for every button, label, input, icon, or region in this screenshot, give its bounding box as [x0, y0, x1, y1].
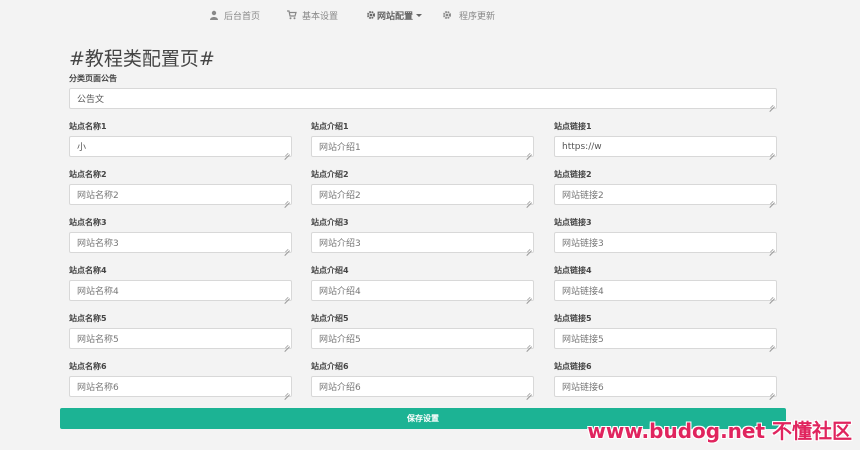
resize-handle-icon[interactable] [526, 293, 532, 299]
resize-handle-icon[interactable] [769, 197, 775, 203]
resize-handle-icon[interactable] [769, 389, 775, 395]
site-name-placeholder: 网站名称3 [77, 239, 119, 249]
announcement-textarea[interactable]: 公告文 [69, 88, 777, 109]
site-intro-label: 站点介绍2 [311, 170, 349, 179]
chevron-down-icon [416, 13, 423, 17]
site-link-placeholder: 网站链接5 [562, 335, 604, 345]
nav-item-label: 后台首页 [224, 11, 261, 22]
site-intro-input[interactable]: 网站介绍2 [311, 184, 534, 205]
site-link-label: 站点链接1 [554, 122, 592, 131]
site-intro-placeholder: 网站介绍2 [319, 191, 361, 201]
site-link-input[interactable]: 网站链接4 [554, 280, 777, 301]
nav-item-basic-settings[interactable]: 基本设置 [287, 8, 338, 22]
site-intro-label: 站点介绍3 [311, 218, 349, 227]
site-intro-placeholder: 网站介绍6 [319, 383, 361, 393]
site-link-label: 站点链接2 [554, 170, 592, 179]
user-icon [209, 10, 219, 20]
site-intro-label: 站点介绍5 [311, 314, 349, 323]
resize-handle-icon[interactable] [284, 149, 290, 155]
announcement-label: 分类页面公告 [69, 74, 117, 83]
site-name-input[interactable]: 网站名称3 [69, 232, 292, 253]
nav-item-site-config[interactable]: 网站配置 [366, 8, 423, 22]
resize-handle-icon[interactable] [526, 245, 532, 251]
site-name-placeholder: 网站名称5 [77, 335, 119, 345]
site-intro-input[interactable]: 网站介绍1 [311, 136, 534, 157]
nav-item-label: 程序更新 [459, 11, 496, 22]
site-intro-placeholder: 网站介绍3 [319, 239, 361, 249]
gear-icon [442, 10, 452, 20]
cart-icon [287, 10, 297, 20]
resize-handle-icon[interactable] [769, 293, 775, 299]
site-link-placeholder: 网站链接2 [562, 191, 604, 201]
watermark: www.budog.net 不懂社区 [587, 419, 852, 443]
site-name-label: 站点名称3 [69, 218, 107, 227]
site-name-label: 站点名称4 [69, 266, 107, 275]
site-link-input[interactable]: https://w [554, 136, 777, 157]
resize-handle-icon[interactable] [284, 293, 290, 299]
site-link-input[interactable]: 网站链接5 [554, 328, 777, 349]
site-link-label: 站点链接4 [554, 266, 592, 275]
announcement-value: 公告文 [77, 95, 105, 105]
site-intro-input[interactable]: 网站介绍6 [311, 376, 534, 397]
site-name-label: 站点名称6 [69, 362, 107, 371]
site-link-input[interactable]: 网站链接2 [554, 184, 777, 205]
site-intro-placeholder: 网站介绍1 [319, 143, 361, 153]
resize-handle-icon[interactable] [769, 101, 775, 107]
resize-handle-icon[interactable] [526, 197, 532, 203]
site-link-placeholder: 网站链接4 [562, 287, 604, 297]
resize-handle-icon[interactable] [284, 341, 290, 347]
gear-icon [366, 10, 376, 20]
site-link-input[interactable]: 网站链接3 [554, 232, 777, 253]
site-link-placeholder: 网站链接6 [562, 383, 604, 393]
nav-item-label: 基本设置 [302, 11, 339, 22]
site-name-placeholder: 网站名称4 [77, 287, 119, 297]
site-name-label: 站点名称1 [69, 122, 107, 131]
site-name-input[interactable]: 小 [69, 136, 292, 157]
resize-handle-icon[interactable] [284, 245, 290, 251]
site-intro-label: 站点介绍6 [311, 362, 349, 371]
resize-handle-icon[interactable] [769, 341, 775, 347]
resize-handle-icon[interactable] [526, 341, 532, 347]
site-link-input[interactable]: 网站链接6 [554, 376, 777, 397]
site-name-value: 小 [77, 143, 87, 153]
site-link-label: 站点链接5 [554, 314, 592, 323]
site-link-placeholder: 网站链接3 [562, 239, 604, 249]
site-intro-input[interactable]: 网站介绍5 [311, 328, 534, 349]
site-name-placeholder: 网站名称2 [77, 191, 119, 201]
site-intro-input[interactable]: 网站介绍3 [311, 232, 534, 253]
site-intro-label: 站点介绍4 [311, 266, 349, 275]
site-name-input[interactable]: 网站名称2 [69, 184, 292, 205]
site-link-label: 站点链接6 [554, 362, 592, 371]
site-intro-placeholder: 网站介绍5 [319, 335, 361, 345]
site-link-value: https://w [562, 141, 602, 152]
nav-item-label: 网站配置 [377, 11, 414, 22]
site-name-input[interactable]: 网站名称4 [69, 280, 292, 301]
resize-handle-icon[interactable] [284, 389, 290, 395]
site-name-input[interactable]: 网站名称6 [69, 376, 292, 397]
site-name-input[interactable]: 网站名称5 [69, 328, 292, 349]
resize-handle-icon[interactable] [284, 197, 290, 203]
site-name-label: 站点名称5 [69, 314, 107, 323]
site-name-placeholder: 网站名称6 [77, 383, 119, 393]
nav-item-dashboard[interactable]: 后台首页 [209, 8, 260, 22]
nav-item-update[interactable]: 程序更新 [442, 8, 495, 22]
page-title: #教程类配置页# [69, 48, 215, 70]
resize-handle-icon[interactable] [526, 149, 532, 155]
site-intro-label: 站点介绍1 [311, 122, 349, 131]
resize-handle-icon[interactable] [769, 245, 775, 251]
site-link-label: 站点链接3 [554, 218, 592, 227]
resize-handle-icon[interactable] [526, 389, 532, 395]
top-nav: 后台首页 基本设置 网站配置 程序更新 [0, 0, 860, 30]
site-intro-input[interactable]: 网站介绍4 [311, 280, 534, 301]
resize-handle-icon[interactable] [769, 149, 775, 155]
site-name-label: 站点名称2 [69, 170, 107, 179]
site-intro-placeholder: 网站介绍4 [319, 287, 361, 297]
